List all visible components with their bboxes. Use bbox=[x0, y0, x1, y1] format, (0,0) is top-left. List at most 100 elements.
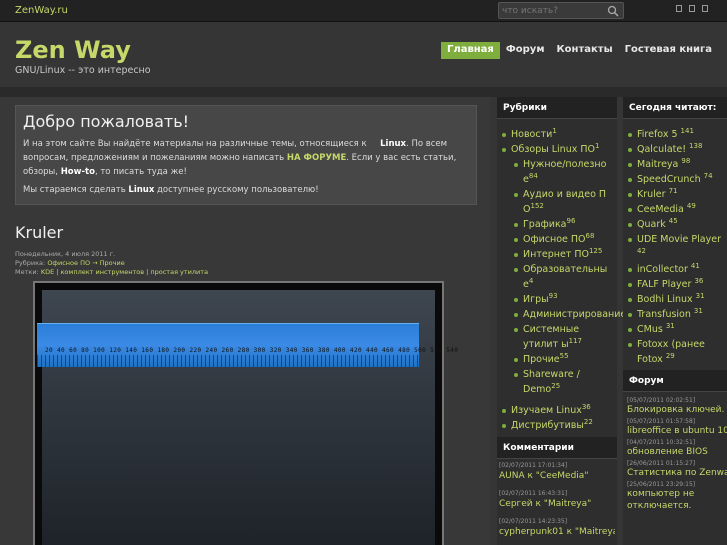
today-item[interactable]: SpeedCrunch 74 bbox=[627, 172, 723, 187]
forum-topic-link[interactable]: компьютер не bbox=[623, 489, 727, 500]
welcome-title: Добро пожаловать! bbox=[23, 112, 190, 131]
today-label[interactable]: Maitreya bbox=[637, 159, 681, 170]
today-item[interactable]: Kruler 71 bbox=[627, 187, 723, 202]
rubric-label[interactable]: Администрирование bbox=[523, 309, 626, 320]
header: Zen Way GNU/Linux -- это интересно Главн… bbox=[0, 22, 727, 87]
nav-item-guestbook[interactable]: Гостевая книга bbox=[619, 42, 718, 59]
rubric-label[interactable]: Офисное ПО bbox=[523, 234, 586, 245]
forum-topic-link[interactable]: Блокировка ключей. bbox=[623, 405, 727, 416]
rubric-count: 125 bbox=[588, 246, 603, 255]
post-meta: Понедельник, 4 июля 2011 г. Рубрика: Офи… bbox=[15, 250, 209, 276]
rubric-item[interactable]: Администрирование52 bbox=[501, 307, 635, 322]
rubric-count: 1 bbox=[552, 126, 557, 135]
site-link[interactable]: ZenWay.ru bbox=[15, 5, 68, 16]
today-label[interactable]: Firefox 5 bbox=[637, 129, 681, 140]
today-item[interactable]: Maitreya 98 bbox=[627, 157, 723, 172]
rubric-count: 55 bbox=[559, 351, 569, 360]
nav-item-forum[interactable]: Форум bbox=[500, 42, 551, 59]
post-title[interactable]: Kruler bbox=[15, 223, 63, 242]
rubric-item[interactable]: Shareware / Demo25 bbox=[501, 367, 613, 397]
today-label[interactable]: CMus bbox=[637, 324, 666, 335]
forum-topic-link[interactable]: обновление BIOS bbox=[623, 447, 727, 458]
today-count: 71 bbox=[668, 186, 678, 195]
rubric-label[interactable]: Графика bbox=[523, 219, 567, 230]
mail-icon[interactable] bbox=[689, 5, 695, 12]
today-item[interactable]: Bodhi Linux 31 bbox=[627, 292, 723, 307]
post-tags[interactable]: KDE | комплект инструментов | простая ут… bbox=[41, 268, 208, 276]
forum-topic-link[interactable]: libreoffice в ubuntu 10. bbox=[623, 426, 727, 437]
rubric-label[interactable]: Образовательны е bbox=[523, 264, 607, 290]
welcome-box: Добро пожаловать! И на этом сайте Вы най… bbox=[15, 105, 477, 205]
forum-title: Форум bbox=[623, 370, 727, 392]
rubric-item[interactable]: Интернет ПО125 bbox=[501, 247, 613, 262]
search-icon[interactable] bbox=[607, 5, 619, 17]
comment-link[interactable]: AUNA к "CeeMedia" bbox=[499, 470, 615, 482]
comment-link[interactable]: cypherpunk01 к "Maitreya" bbox=[499, 526, 615, 538]
today-item[interactable]: CMus 31 bbox=[627, 322, 723, 337]
rubric-label[interactable]: Игры bbox=[523, 294, 549, 305]
today-label[interactable]: Quark bbox=[637, 219, 669, 230]
today-label[interactable]: Transfusion bbox=[637, 309, 694, 320]
post-rubric-link[interactable]: Офисное ПО → Прочие bbox=[47, 259, 124, 267]
today-label[interactable]: FALF Player bbox=[637, 279, 694, 290]
rubric-item[interactable]: Игры93 bbox=[501, 292, 613, 307]
today-count: 45 bbox=[668, 216, 678, 225]
rubric-label[interactable]: Дистрибутивы bbox=[511, 420, 584, 431]
rubric-count: 4 bbox=[528, 276, 534, 285]
today-label[interactable]: UDE Movie Player bbox=[637, 234, 721, 245]
search-input[interactable] bbox=[502, 5, 602, 17]
today-item[interactable]: Quark 45 bbox=[627, 217, 723, 232]
home-icon[interactable] bbox=[676, 5, 682, 12]
today-item[interactable]: Transfusion 31 bbox=[627, 307, 723, 322]
today-item[interactable]: CeeMedia 49 bbox=[627, 202, 723, 217]
nav-item-contacts[interactable]: Контакты bbox=[551, 42, 619, 59]
post-date: Понедельник, 4 июля 2011 г. bbox=[15, 250, 116, 258]
rubric-label[interactable]: Прочие bbox=[523, 354, 560, 365]
rubric-item[interactable]: Обзоры Linux ПО1 bbox=[501, 142, 613, 157]
rubric-label[interactable]: Изучаем Linux bbox=[511, 405, 582, 416]
today-item[interactable]: Fotoxx (ранее Fotox 29 bbox=[627, 337, 723, 367]
forum-link[interactable]: НА ФОРУМЕ bbox=[287, 153, 346, 163]
search-box[interactable] bbox=[498, 2, 624, 19]
rubric-item[interactable]: Аудио и видео П О152 bbox=[501, 187, 613, 217]
post-screenshot bbox=[33, 281, 444, 545]
rubric-item[interactable]: Графика96 bbox=[501, 217, 613, 232]
today-label[interactable]: inCollector bbox=[637, 264, 691, 275]
rubric-item[interactable]: Офисное ПО68 bbox=[501, 232, 613, 247]
today-item[interactable]: Qalculate! 138 bbox=[627, 142, 723, 157]
rubric-item[interactable]: Изучаем Linux36 bbox=[501, 403, 613, 418]
comment-link[interactable]: Сергей к "Maitreya" bbox=[499, 498, 615, 510]
site-logo[interactable]: Zen Way bbox=[15, 36, 131, 64]
nav-item-home[interactable]: Главная bbox=[441, 42, 500, 59]
rubric-item[interactable]: Прочие55 bbox=[501, 352, 613, 367]
today-label[interactable]: Qalculate! bbox=[637, 144, 689, 155]
rubric-label[interactable]: Обзоры Linux ПО bbox=[511, 144, 595, 155]
today-label[interactable]: CeeMedia bbox=[637, 204, 687, 215]
today-item[interactable]: FALF Player 36 bbox=[627, 277, 723, 292]
forum-topic-link[interactable]: Статистика по Zenwa bbox=[623, 468, 727, 479]
rubric-count: 93 bbox=[548, 291, 558, 300]
rubric-count: 117 bbox=[568, 336, 583, 345]
welcome-text-2: Мы стараемся сделать Linux доступнее рус… bbox=[23, 185, 319, 195]
rubric-label[interactable]: Интернет ПО bbox=[523, 249, 589, 260]
comments-title: Комментарии bbox=[497, 437, 617, 459]
rubric-count: 36 bbox=[581, 402, 591, 411]
today-item[interactable]: UDE Movie Player 42 bbox=[627, 232, 723, 262]
today-label[interactable]: Kruler bbox=[637, 189, 669, 200]
rubric-item[interactable]: Нужное/полезно е84 bbox=[501, 157, 613, 187]
today-item[interactable]: Firefox 5 141 bbox=[627, 127, 723, 142]
rubric-item[interactable]: Системные утилит ы117 bbox=[501, 322, 613, 352]
today-label[interactable]: Bodhi Linux bbox=[637, 294, 696, 305]
howto-word: How-to bbox=[60, 167, 95, 177]
rubric-label[interactable]: Новости bbox=[511, 129, 552, 140]
forum-date: [26/06/2011 01:15:27] bbox=[627, 460, 696, 467]
sitemap-icon[interactable] bbox=[702, 5, 708, 12]
rubric-item[interactable]: Образовательны е4 bbox=[501, 262, 613, 292]
rubric-item[interactable]: Дистрибутивы22 bbox=[501, 418, 613, 433]
today-list: Firefox 5 141 Qalculate! 138 Maitreya 98 Sp… bbox=[623, 119, 727, 388]
comment-date: [02/07/2011 14:23:35] bbox=[499, 518, 568, 525]
today-item[interactable]: inCollector 41 bbox=[627, 262, 723, 277]
today-label[interactable]: SpeedCrunch bbox=[637, 174, 704, 185]
forum-topic-link[interactable]: отключается. bbox=[623, 501, 727, 512]
rubric-item[interactable]: Новости1 bbox=[501, 127, 613, 142]
